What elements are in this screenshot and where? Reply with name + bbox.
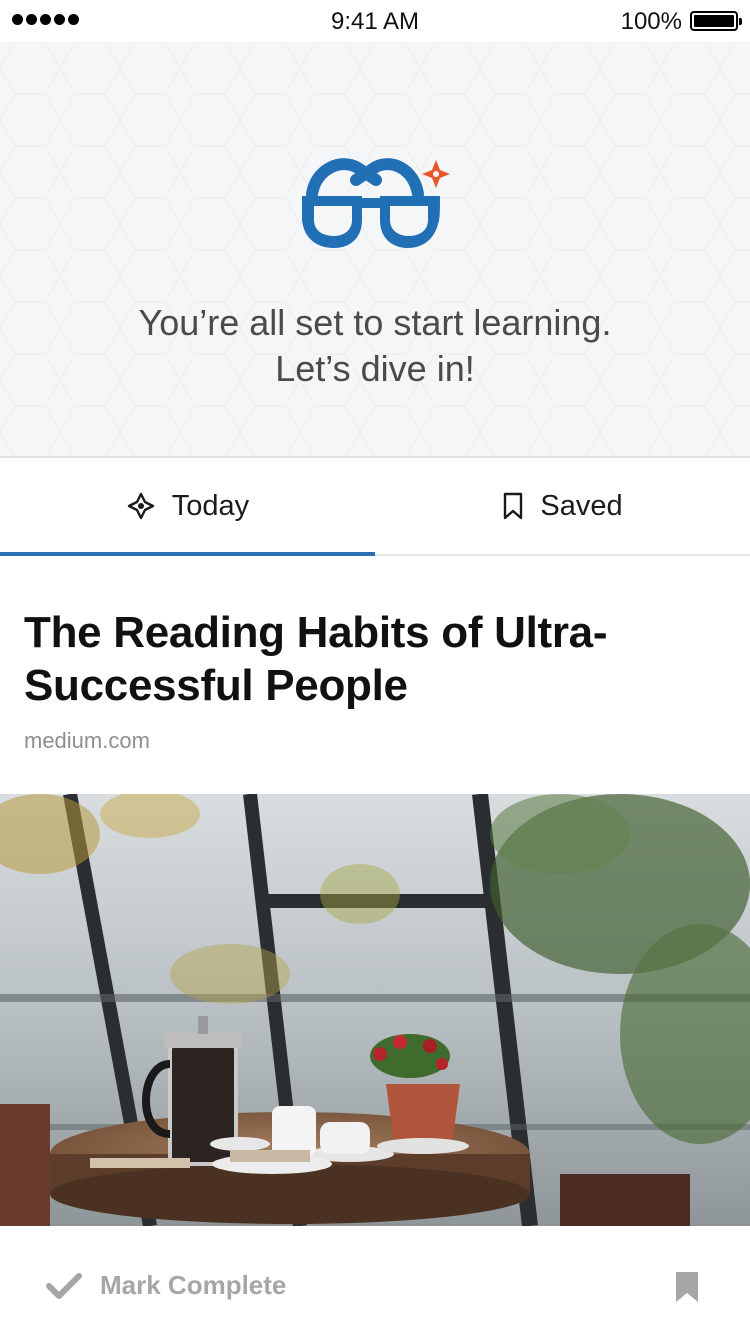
checkmark-icon — [46, 1272, 82, 1299]
tab-saved[interactable]: Saved — [375, 458, 750, 554]
mark-complete-label: Mark Complete — [100, 1270, 287, 1300]
bottom-action-bar: Mark Complete — [0, 1226, 750, 1334]
mark-complete-button[interactable]: Mark Complete — [46, 1270, 286, 1301]
tab-today-label: Today — [171, 489, 250, 522]
tab-today[interactable]: Today — [0, 458, 375, 556]
bookmark-button[interactable] — [674, 1270, 700, 1309]
glasses-logo-icon — [302, 158, 450, 248]
welcome-line-2: Let’s dive in! — [275, 348, 475, 389]
battery-percentage: 100% — [620, 8, 682, 35]
tab-bar: Today Saved — [0, 456, 750, 556]
welcome-line-1: You’re all set to start learning. — [138, 302, 612, 343]
article-title[interactable]: The Reading Habits of Ultra-Successful P… — [24, 606, 724, 712]
compass-icon — [127, 492, 154, 520]
welcome-hero: You’re all set to start learning. Let’s … — [0, 42, 750, 456]
welcome-message: You’re all set to start learning. Let’s … — [0, 300, 750, 392]
article-image[interactable] — [0, 794, 750, 1226]
article-source: medium.com — [24, 728, 150, 753]
status-bar: 9:41 AM 100% — [0, 0, 750, 42]
tab-saved-label: Saved — [540, 489, 623, 522]
bookmark-icon — [676, 1272, 698, 1302]
cafe-table-photo — [0, 794, 750, 1226]
battery-icon — [690, 11, 742, 31]
bookmark-outline-icon — [504, 492, 523, 520]
